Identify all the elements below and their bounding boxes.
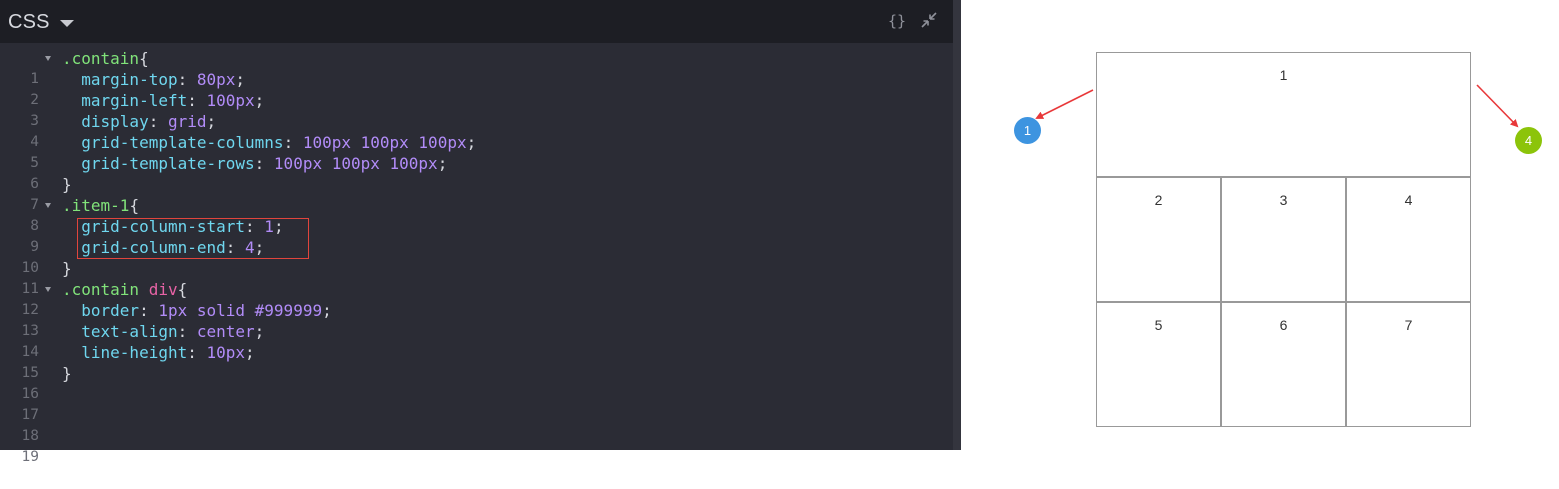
brace: { bbox=[139, 49, 149, 68]
value: center bbox=[196, 322, 255, 341]
semicolon: ; bbox=[437, 154, 448, 173]
semicolon: ; bbox=[254, 322, 265, 341]
colon: : bbox=[148, 112, 168, 131]
colon: : bbox=[187, 91, 207, 110]
code-line: 17 bbox=[0, 384, 953, 423]
brace: } bbox=[62, 364, 72, 383]
column-line-marker-1: 1 bbox=[1014, 117, 1041, 144]
code-line: 3 margin-left: 100px; bbox=[0, 90, 953, 129]
semicolon: ; bbox=[466, 133, 477, 152]
semicolon: ; bbox=[245, 343, 255, 362]
language-label: CSS bbox=[8, 10, 50, 33]
property: margin-top bbox=[81, 70, 178, 89]
value: 100px 100px 100px bbox=[273, 154, 438, 173]
code-line: 4 display: grid; bbox=[0, 111, 953, 150]
highlight-box bbox=[77, 218, 309, 259]
code-line: 12 .contain div{ bbox=[0, 279, 953, 318]
code-line: 13 border: 1px solid #999999; bbox=[0, 300, 953, 339]
code-line: 19 bbox=[0, 426, 953, 465]
colon: : bbox=[187, 343, 207, 362]
value: 100px 100px 100px bbox=[302, 133, 467, 152]
code-line: 1 .contain{ bbox=[0, 48, 953, 87]
property: display bbox=[81, 112, 149, 131]
editor-header: CSS {} bbox=[0, 0, 953, 43]
colon: : bbox=[283, 133, 303, 152]
value: 1px solid #999999 bbox=[158, 301, 323, 320]
brace: { bbox=[177, 280, 188, 299]
annotation-arrows bbox=[1035, 84, 1519, 128]
fold-arrow-icon[interactable] bbox=[45, 203, 51, 208]
property: line-height bbox=[81, 343, 188, 362]
property: border bbox=[81, 301, 140, 320]
brace: } bbox=[62, 175, 72, 194]
property: grid-template-columns bbox=[81, 133, 284, 152]
collapse-icon[interactable] bbox=[919, 10, 941, 32]
line-number: 19 bbox=[21, 449, 39, 465]
colon: : bbox=[254, 154, 274, 173]
property: margin-left bbox=[81, 91, 188, 110]
value: 10px bbox=[206, 343, 246, 362]
format-code-icon[interactable]: {} bbox=[888, 10, 906, 32]
tag-selector: div bbox=[139, 280, 178, 299]
colon: : bbox=[139, 301, 159, 320]
colon: : bbox=[177, 70, 197, 89]
semicolon: ; bbox=[206, 112, 217, 131]
code-line: 8 .item-1{ bbox=[0, 195, 953, 234]
code-line: 6 grid-template-rows: 100px 100px 100px; bbox=[0, 153, 953, 192]
collapse-arrows-icon bbox=[921, 12, 937, 28]
selector: .contain bbox=[62, 280, 140, 299]
brace: { bbox=[129, 196, 140, 215]
property: text-align bbox=[81, 322, 178, 341]
arrow-to-column-line-1 bbox=[1035, 89, 1094, 119]
column-line-marker-4: 4 bbox=[1515, 127, 1542, 154]
code-line: 5 grid-template-columns: 100px 100px 100… bbox=[0, 132, 953, 171]
code-line: 16 } bbox=[0, 363, 953, 402]
css-editor-panel: CSS {} 1 .contain{ 2 margin-top: 80px; 3… bbox=[0, 0, 961, 465]
fold-arrow-icon[interactable] bbox=[45, 56, 51, 61]
code-line: 11 } bbox=[0, 258, 953, 297]
selector: .item-1 bbox=[62, 196, 130, 215]
code-line: 15 line-height: 10px; bbox=[0, 342, 953, 381]
value: 100px bbox=[206, 91, 255, 110]
code-line: 18 bbox=[0, 405, 953, 444]
colon: : bbox=[177, 322, 197, 341]
code-line: 2 margin-top: 80px; bbox=[0, 69, 953, 108]
semicolon: ; bbox=[235, 70, 246, 89]
pane-splitter[interactable] bbox=[953, 0, 961, 450]
brace: } bbox=[62, 259, 72, 278]
chevron-down-icon bbox=[59, 20, 74, 27]
preview-pane: 1 2 3 4 5 6 7 1 4 bbox=[961, 0, 1559, 450]
semicolon: ; bbox=[254, 91, 265, 110]
value: 80px bbox=[196, 70, 236, 89]
property: grid-template-rows bbox=[81, 154, 255, 173]
semicolon: ; bbox=[322, 301, 332, 320]
selector: .contain bbox=[62, 49, 140, 68]
code-line: 7 } bbox=[0, 174, 953, 213]
arrow-to-column-line-4 bbox=[1476, 84, 1519, 128]
fold-arrow-icon[interactable] bbox=[45, 287, 51, 292]
value: grid bbox=[167, 112, 207, 131]
language-selector[interactable]: CSS bbox=[8, 9, 74, 35]
code-line: 14 text-align: center; bbox=[0, 321, 953, 360]
